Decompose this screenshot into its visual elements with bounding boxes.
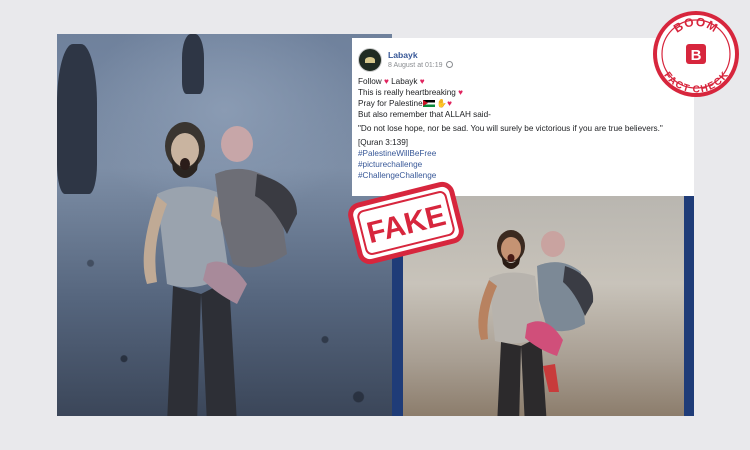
- heartbreaking-line: This is really heartbreaking ♥: [358, 87, 688, 98]
- post-text: Follow ♥ Labayk ♥ This is really heartbr…: [358, 76, 688, 181]
- man-carrying-child-illustration: [478, 230, 594, 416]
- praying-hands-icon: ✋: [436, 99, 448, 108]
- left-photo: [57, 34, 392, 416]
- pray-line: Pray for Palestine ✋♥: [358, 98, 688, 109]
- author-name[interactable]: Labayk: [388, 50, 453, 61]
- photo-frame-right: [684, 196, 694, 416]
- heart-icon: ♥: [447, 99, 452, 108]
- boom-fact-check-badge: BOOM FACT CHECK B: [653, 11, 739, 97]
- follow-text: Follow: [358, 77, 384, 86]
- quote-line: "Do not lose hope, nor be sad. You will …: [358, 124, 663, 133]
- globe-icon: [445, 61, 453, 68]
- follow-line: Follow ♥ Labayk ♥: [358, 76, 688, 87]
- pray-text: Pray for Palestine: [358, 99, 423, 108]
- timestamp-text: 8 August at 01:19: [388, 62, 443, 69]
- heartbreaking-text: This is really heartbreaking: [358, 88, 459, 97]
- palestine-flag-icon: [422, 100, 435, 107]
- profile-avatar[interactable]: [358, 48, 382, 72]
- remember-line: But also remember that ALLAH said-: [358, 110, 491, 119]
- follow-name: Labayk: [388, 77, 420, 86]
- hashtag-link[interactable]: #picturechallenge: [358, 159, 688, 170]
- man-carrying-child-illustration: [143, 122, 297, 416]
- facebook-post-card: Labayk 8 August at 01:19 Follow ♥ Labayk…: [352, 38, 694, 196]
- reference-line: [Quran 3:139]: [358, 138, 409, 147]
- post-header: Labayk 8 August at 01:19: [358, 46, 688, 74]
- hashtag-link[interactable]: #ChallengeChallenge: [358, 170, 688, 181]
- background-figure: [182, 34, 204, 94]
- hashtag-link[interactable]: #PalestineWillBeFree: [358, 148, 688, 159]
- heart-icon: ♥: [419, 77, 425, 86]
- background-figure: [57, 44, 97, 194]
- post-timestamp[interactable]: 8 August at 01:19: [388, 61, 453, 70]
- broken-heart-icon: ♥: [458, 88, 463, 97]
- badge-letter: B: [691, 47, 702, 64]
- avatar-logo-icon: [365, 57, 375, 63]
